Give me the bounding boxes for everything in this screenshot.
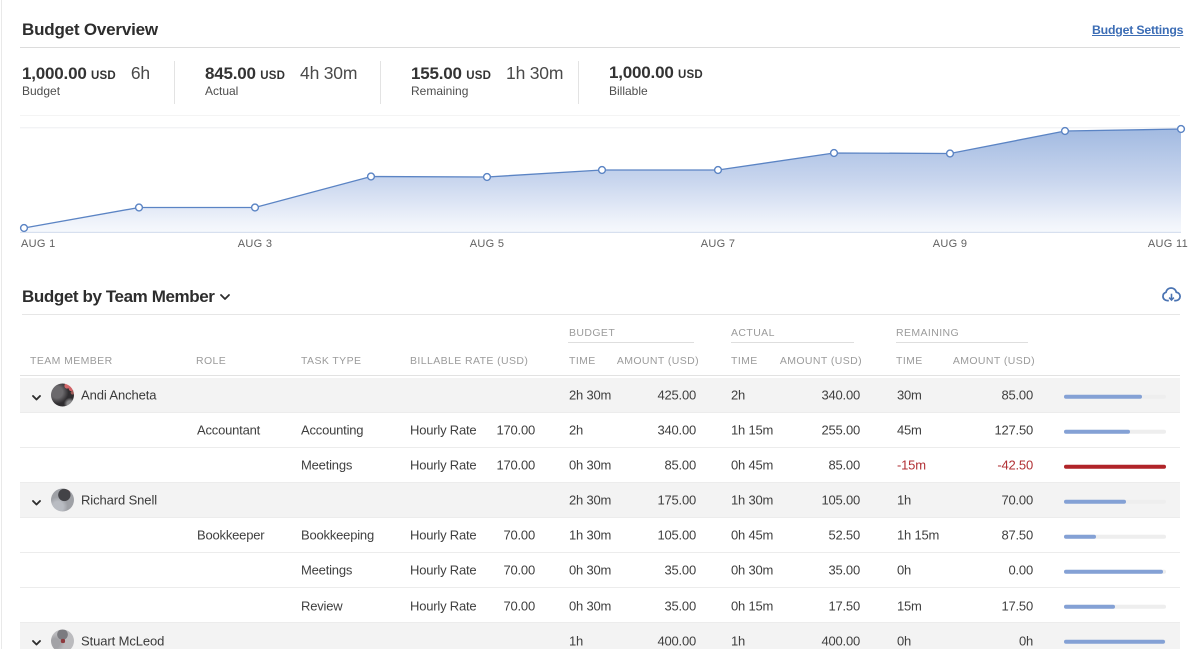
svg-text:AUG 3: AUG 3 [238, 238, 273, 250]
svg-text:AUG 11: AUG 11 [1148, 238, 1188, 250]
svg-text:AUG 7: AUG 7 [701, 238, 736, 250]
svg-text:AUG 5: AUG 5 [470, 238, 505, 250]
svg-text:AUG 9: AUG 9 [933, 238, 968, 250]
svg-text:AUG 1: AUG 1 [21, 238, 56, 250]
